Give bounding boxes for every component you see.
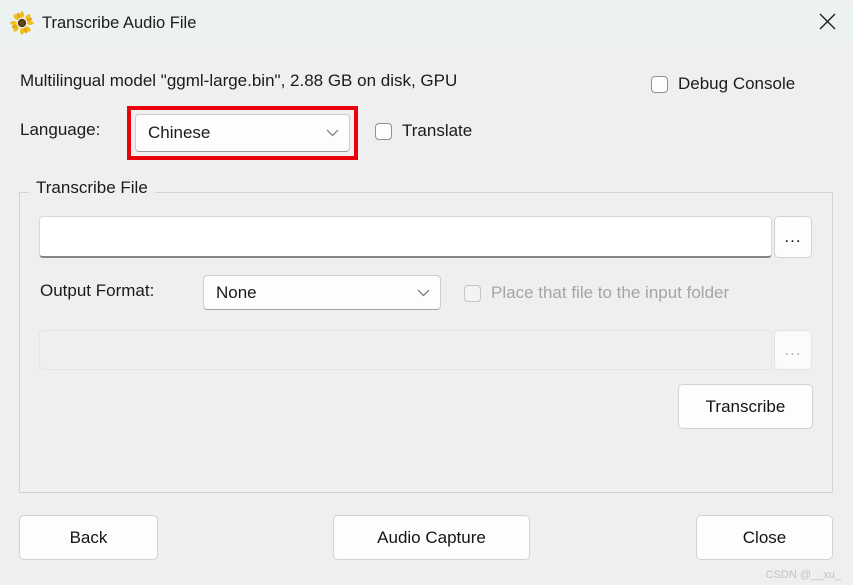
translate-label: Translate <box>402 121 473 140</box>
translate-checkbox-box[interactable] <box>375 122 392 140</box>
language-dropdown-value: Chinese <box>148 123 211 142</box>
browse-output-path-button: ... <box>774 330 812 370</box>
watermark: CSDN @__xu_ <box>765 569 841 581</box>
language-dropdown[interactable]: Chinese <box>135 114 350 152</box>
translate-checkbox[interactable]: Translate <box>375 121 472 141</box>
transcribe-button[interactable]: Transcribe <box>678 384 813 429</box>
debug-console-checkbox[interactable]: Debug Console <box>651 74 795 94</box>
language-label: Language: <box>20 120 101 139</box>
place-file-checkbox: Place that file to the input folder <box>464 283 729 303</box>
close-icon[interactable] <box>801 0 853 42</box>
output-format-dropdown[interactable]: None <box>203 275 441 310</box>
transcribe-file-group-label: Transcribe File <box>29 178 155 198</box>
place-file-checkbox-box <box>464 284 481 302</box>
sunflower-icon <box>10 11 34 35</box>
back-button[interactable]: Back <box>19 515 158 560</box>
debug-console-label: Debug Console <box>678 74 796 93</box>
output-format-label: Output Format: <box>40 281 155 300</box>
window-title: Transcribe Audio File <box>42 14 197 32</box>
title-bar: Transcribe Audio File <box>0 0 853 46</box>
close-button[interactable]: Close <box>696 515 833 560</box>
model-info-text: Multilingual model "ggml-large.bin", 2.8… <box>20 71 458 90</box>
browse-input-file-button[interactable]: ... <box>774 216 812 258</box>
place-file-label: Place that file to the input folder <box>491 283 730 302</box>
output-path-field <box>39 330 772 370</box>
input-file-field[interactable] <box>39 216 772 258</box>
transcribe-audio-file-window: Transcribe Audio File Multilingual model… <box>0 0 853 585</box>
output-format-value: None <box>216 282 257 302</box>
chevron-down-icon <box>417 276 430 309</box>
debug-console-checkbox-box[interactable] <box>651 75 668 93</box>
chevron-down-icon <box>326 115 339 151</box>
audio-capture-button[interactable]: Audio Capture <box>333 515 530 560</box>
